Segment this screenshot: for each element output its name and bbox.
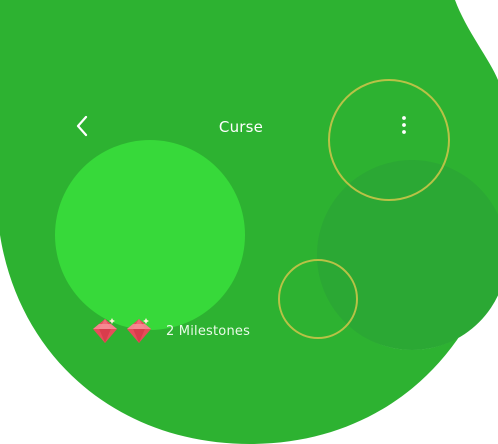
curse-screen: Curse 2 Milestones — [0, 0, 498, 444]
ruby-gem-icon — [127, 318, 151, 343]
background-blob — [0, 0, 498, 444]
more-vertical-icon — [402, 116, 406, 134]
milestones-count-label: 2 Milestones — [166, 323, 251, 339]
ruby-gem-icon — [93, 318, 117, 343]
milestones-summary: 2 Milestones — [90, 316, 250, 346]
more-options-button[interactable] — [392, 112, 416, 138]
light-green-circle — [55, 140, 245, 330]
top-bar: Curse — [0, 104, 498, 148]
